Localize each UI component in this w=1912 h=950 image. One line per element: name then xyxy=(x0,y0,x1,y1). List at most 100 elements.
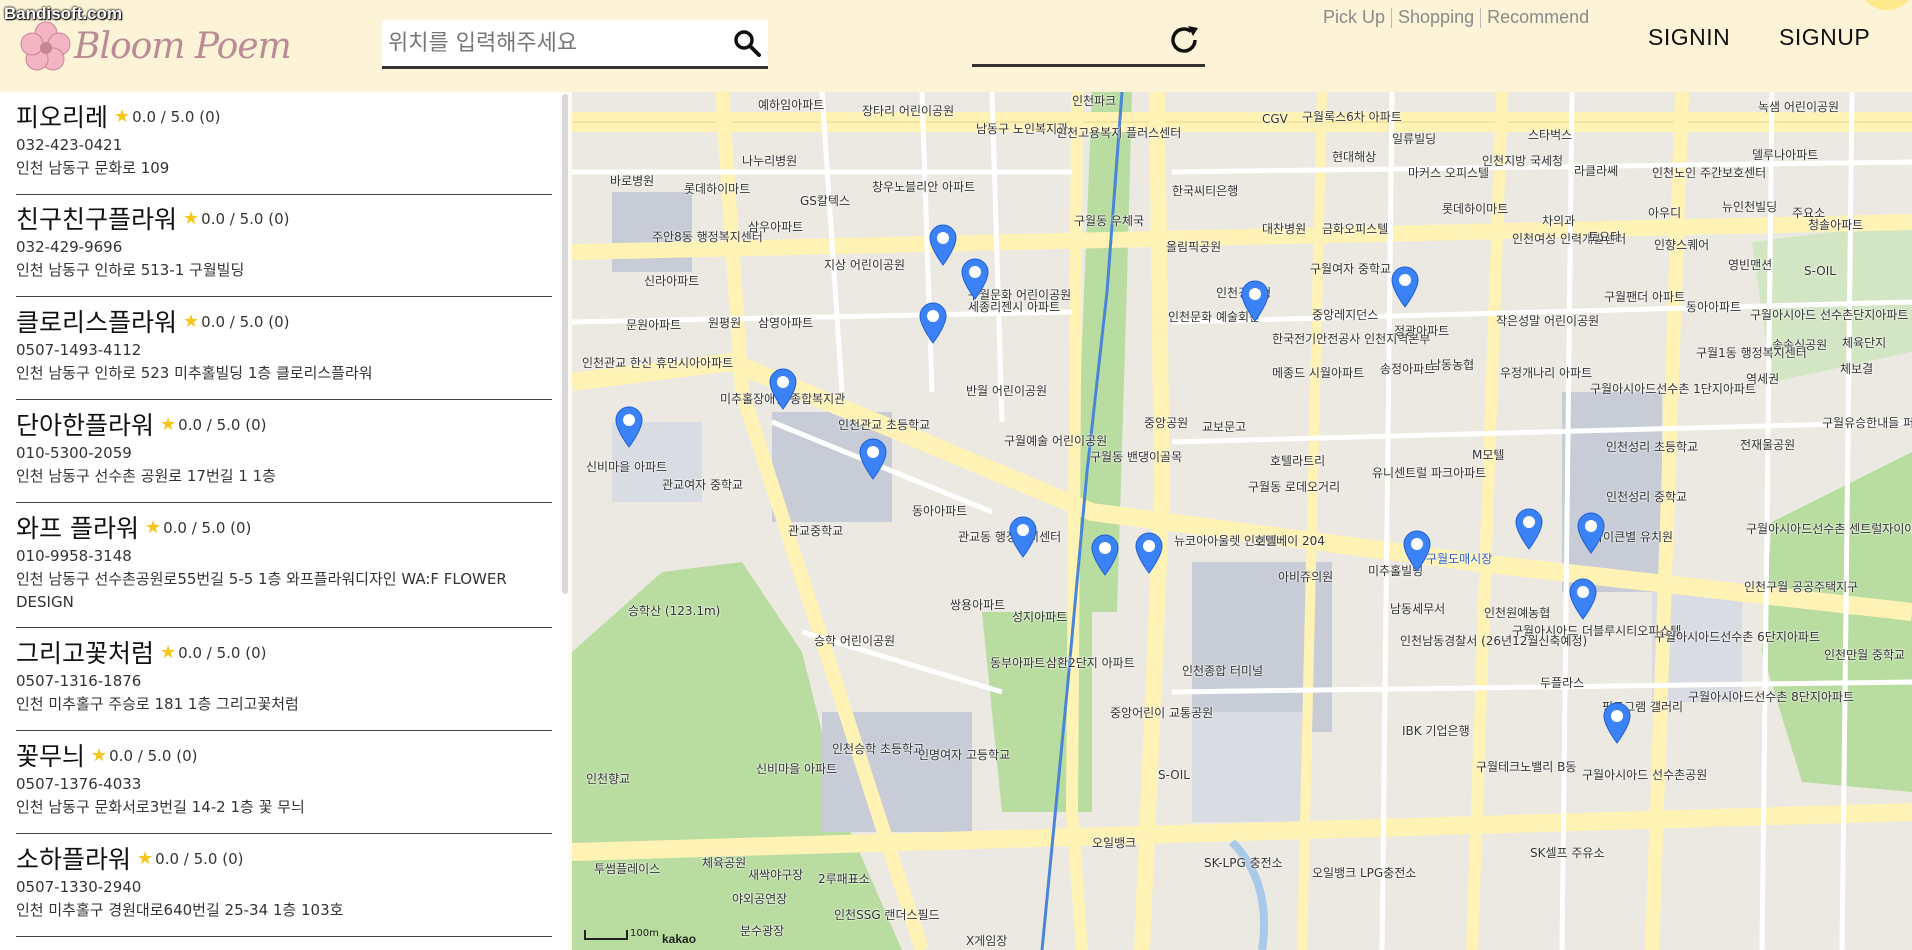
rating-text: 0.0 / 5.0 (0) xyxy=(178,415,267,434)
shop-marker[interactable] xyxy=(1240,280,1270,322)
shop-marker[interactable] xyxy=(1090,534,1120,576)
shop-marker[interactable] xyxy=(1134,532,1164,574)
shop-marker[interactable] xyxy=(1402,530,1432,572)
shop-item[interactable]: 와프 플라워 ★ 0.0 / 5.0 (0) 010-9958-3148 인천 남동… xyxy=(16,509,552,628)
map-label: 인천성리 초등학교 xyxy=(1606,440,1699,454)
map-label: 구월동 로데오거리 xyxy=(1248,480,1341,494)
map-label: 관교여자 중학교 xyxy=(662,478,744,492)
shop-marker[interactable] xyxy=(1008,516,1038,558)
pickup-link[interactable]: Pick Up xyxy=(1323,7,1385,27)
signup-button[interactable]: SIGNUP xyxy=(1779,24,1870,51)
map-label: 체보결 xyxy=(1840,362,1874,376)
shop-marker[interactable] xyxy=(1568,578,1598,620)
map-label: 녹샘 어린이공원 xyxy=(1758,100,1840,114)
map-label: 구월록스6차 아파트 xyxy=(1302,110,1402,124)
divider xyxy=(1391,8,1393,29)
shop-marker[interactable] xyxy=(1576,512,1606,554)
map-label: 주안8동 행정복지센터 xyxy=(652,230,763,244)
shop-item[interactable]: 피오리레 ★ 0.0 / 5.0 (0) 032-423-0421 인천 남동구 문… xyxy=(16,98,552,195)
shop-item[interactable]: 클로리스플라워 ★ 0.0 / 5.0 (0) 0507-1493-4112 인천 … xyxy=(16,303,552,400)
shop-item[interactable]: 꽃무늬 ★ 0.0 / 5.0 (0) 0507-1376-4033 인천 남동구 … xyxy=(16,737,552,834)
map-label: 라클라쎄 xyxy=(1574,164,1619,178)
map-label: 창우노블리안 아파트 xyxy=(872,180,976,194)
map-label: 중앙레지던스 xyxy=(1312,308,1379,322)
shop-name: 단아한플라워 xyxy=(16,411,155,440)
shop-marker[interactable] xyxy=(918,302,948,344)
star-icon: ★ xyxy=(144,516,162,538)
shop-rating: ★ 0.0 / 5.0 (0) xyxy=(160,414,266,435)
shop-marker[interactable] xyxy=(858,438,888,480)
map-label: 승학 어린이공원 xyxy=(814,634,896,648)
map-label: 세종리젠시 아파트 xyxy=(968,300,1061,314)
map-label: M모텔 xyxy=(1472,448,1505,462)
map-label: 나누리병원 xyxy=(742,154,798,168)
map-label: 인천승학 초등학교 xyxy=(832,742,925,756)
location-search-input[interactable] xyxy=(386,20,720,66)
shop-phone: 0507-1316-1876 xyxy=(16,672,142,690)
map-label: 인천성리 중학교 xyxy=(1606,490,1688,504)
shop-rating: ★ 0.0 / 5.0 (0) xyxy=(145,517,251,538)
map-label: 인천남동경찰서 (26년12월신축예정) xyxy=(1400,634,1588,648)
shop-address: 인천 남동구 선수촌공원로55번길 5-5 1층 와프플라워디자인 WA:F F… xyxy=(16,570,507,611)
star-icon: ★ xyxy=(183,310,200,332)
map-label: CGV xyxy=(1262,112,1288,126)
shop-marker[interactable] xyxy=(1514,508,1544,550)
shop-marker[interactable] xyxy=(768,368,798,410)
logo[interactable]: Bloom Poem xyxy=(20,20,292,74)
map-scale-bar xyxy=(584,930,628,940)
map-label: S-OIL xyxy=(1804,264,1836,278)
map-label: 인천관교 한신 휴먼시아아파트 xyxy=(582,356,734,370)
shop-marker[interactable] xyxy=(614,406,644,448)
map-label: 동아아파트 xyxy=(1686,300,1742,314)
building-block xyxy=(1192,712,1302,822)
map-label: 관교중학교 xyxy=(788,524,844,538)
list-scrollbar[interactable] xyxy=(562,94,568,594)
map-label: 구월아시아드선수촌 센트럴자이아파트 xyxy=(1746,522,1912,536)
map-label: 인천노인 주간보호센터 xyxy=(1652,166,1767,180)
map-label: 인명여자 고등학교 xyxy=(918,748,1011,762)
map-label: 구월여자 중학교 xyxy=(1310,262,1392,276)
signin-button[interactable]: SIGNIN xyxy=(1648,24,1730,51)
logo-text: Bloom Poem xyxy=(74,26,292,67)
shop-phone: 032-423-0421 xyxy=(16,136,123,154)
shop-marker[interactable] xyxy=(1390,266,1420,308)
map-label: 반월 어린이공원 xyxy=(966,384,1048,398)
map-label: 신라아파트 xyxy=(644,274,700,288)
shop-marker[interactable] xyxy=(928,224,958,266)
map-label: 올림픽공원 xyxy=(1166,240,1222,254)
shop-item[interactable]: 그리고꽃처럼 ★ 0.0 / 5.0 (0) 0507-1316-1876 인천 미… xyxy=(16,634,552,731)
map-label: 예하임아파트 xyxy=(758,98,825,112)
shop-item[interactable]: 소하플라워 ★ 0.0 / 5.0 (0) 0507-1330-2940 인천 미추… xyxy=(16,840,552,937)
map-label: 새싹야구장 xyxy=(748,868,804,882)
shop-rating: ★ 0.0 / 5.0 (0) xyxy=(183,208,289,229)
map-label: SK-LPG 충전소 xyxy=(1204,856,1283,870)
decorative-circle xyxy=(1862,0,1912,10)
shop-item[interactable]: 친구친구플라워 ★ 0.0 / 5.0 (0) 032-429-9696 인천 남동… xyxy=(16,200,552,297)
map-label: 구월팬더 아파트 xyxy=(1604,290,1686,304)
shop-marker[interactable] xyxy=(1602,702,1632,744)
map-label: 삼환2단지 아파트 xyxy=(1046,656,1135,670)
shop-phone: 0507-1376-4033 xyxy=(16,775,142,793)
map-label: SK셀프 주유소 xyxy=(1530,846,1605,860)
map-label: 마커스 오피스텔 xyxy=(1408,166,1490,180)
refresh-icon[interactable] xyxy=(1166,22,1202,58)
search-icon[interactable] xyxy=(732,28,762,58)
shop-marker[interactable] xyxy=(960,258,990,300)
star-icon: ★ xyxy=(160,413,177,435)
map-label: 구월아시아드선수촌 1단지아파트 xyxy=(1590,382,1757,396)
map-label: 쌍용아파트 xyxy=(950,598,1006,612)
map-label: IBK 기업은행 xyxy=(1402,724,1470,738)
shopping-link[interactable]: Shopping xyxy=(1398,7,1474,27)
shop-item[interactable]: 단아한플라워 ★ 0.0 / 5.0 (0) 010-5300-2059 인천 남동… xyxy=(16,406,552,503)
shop-phone: 0507-1493-4112 xyxy=(16,341,142,359)
map-label: 2루패표소 xyxy=(818,872,870,886)
recommend-link[interactable]: Recommend xyxy=(1487,7,1589,27)
map-label: 구월테크노밸리 B동 xyxy=(1476,760,1577,774)
map-label: 구월동 우체국 xyxy=(1074,214,1145,228)
map-label: 호텔라트리 xyxy=(1270,454,1326,468)
star-icon: ★ xyxy=(114,105,131,127)
map-label: 구월1동 행정복지센터 xyxy=(1696,346,1807,360)
map-view[interactable]: 예하임아파트 장타리 어린이공원 남동구 노인복지관 인천고용복지 플러스센터 … xyxy=(572,92,1912,950)
shop-name: 그리고꽃처럼 xyxy=(16,639,155,668)
shop-rating: ★ 0.0 / 5.0 (0) xyxy=(91,745,197,766)
